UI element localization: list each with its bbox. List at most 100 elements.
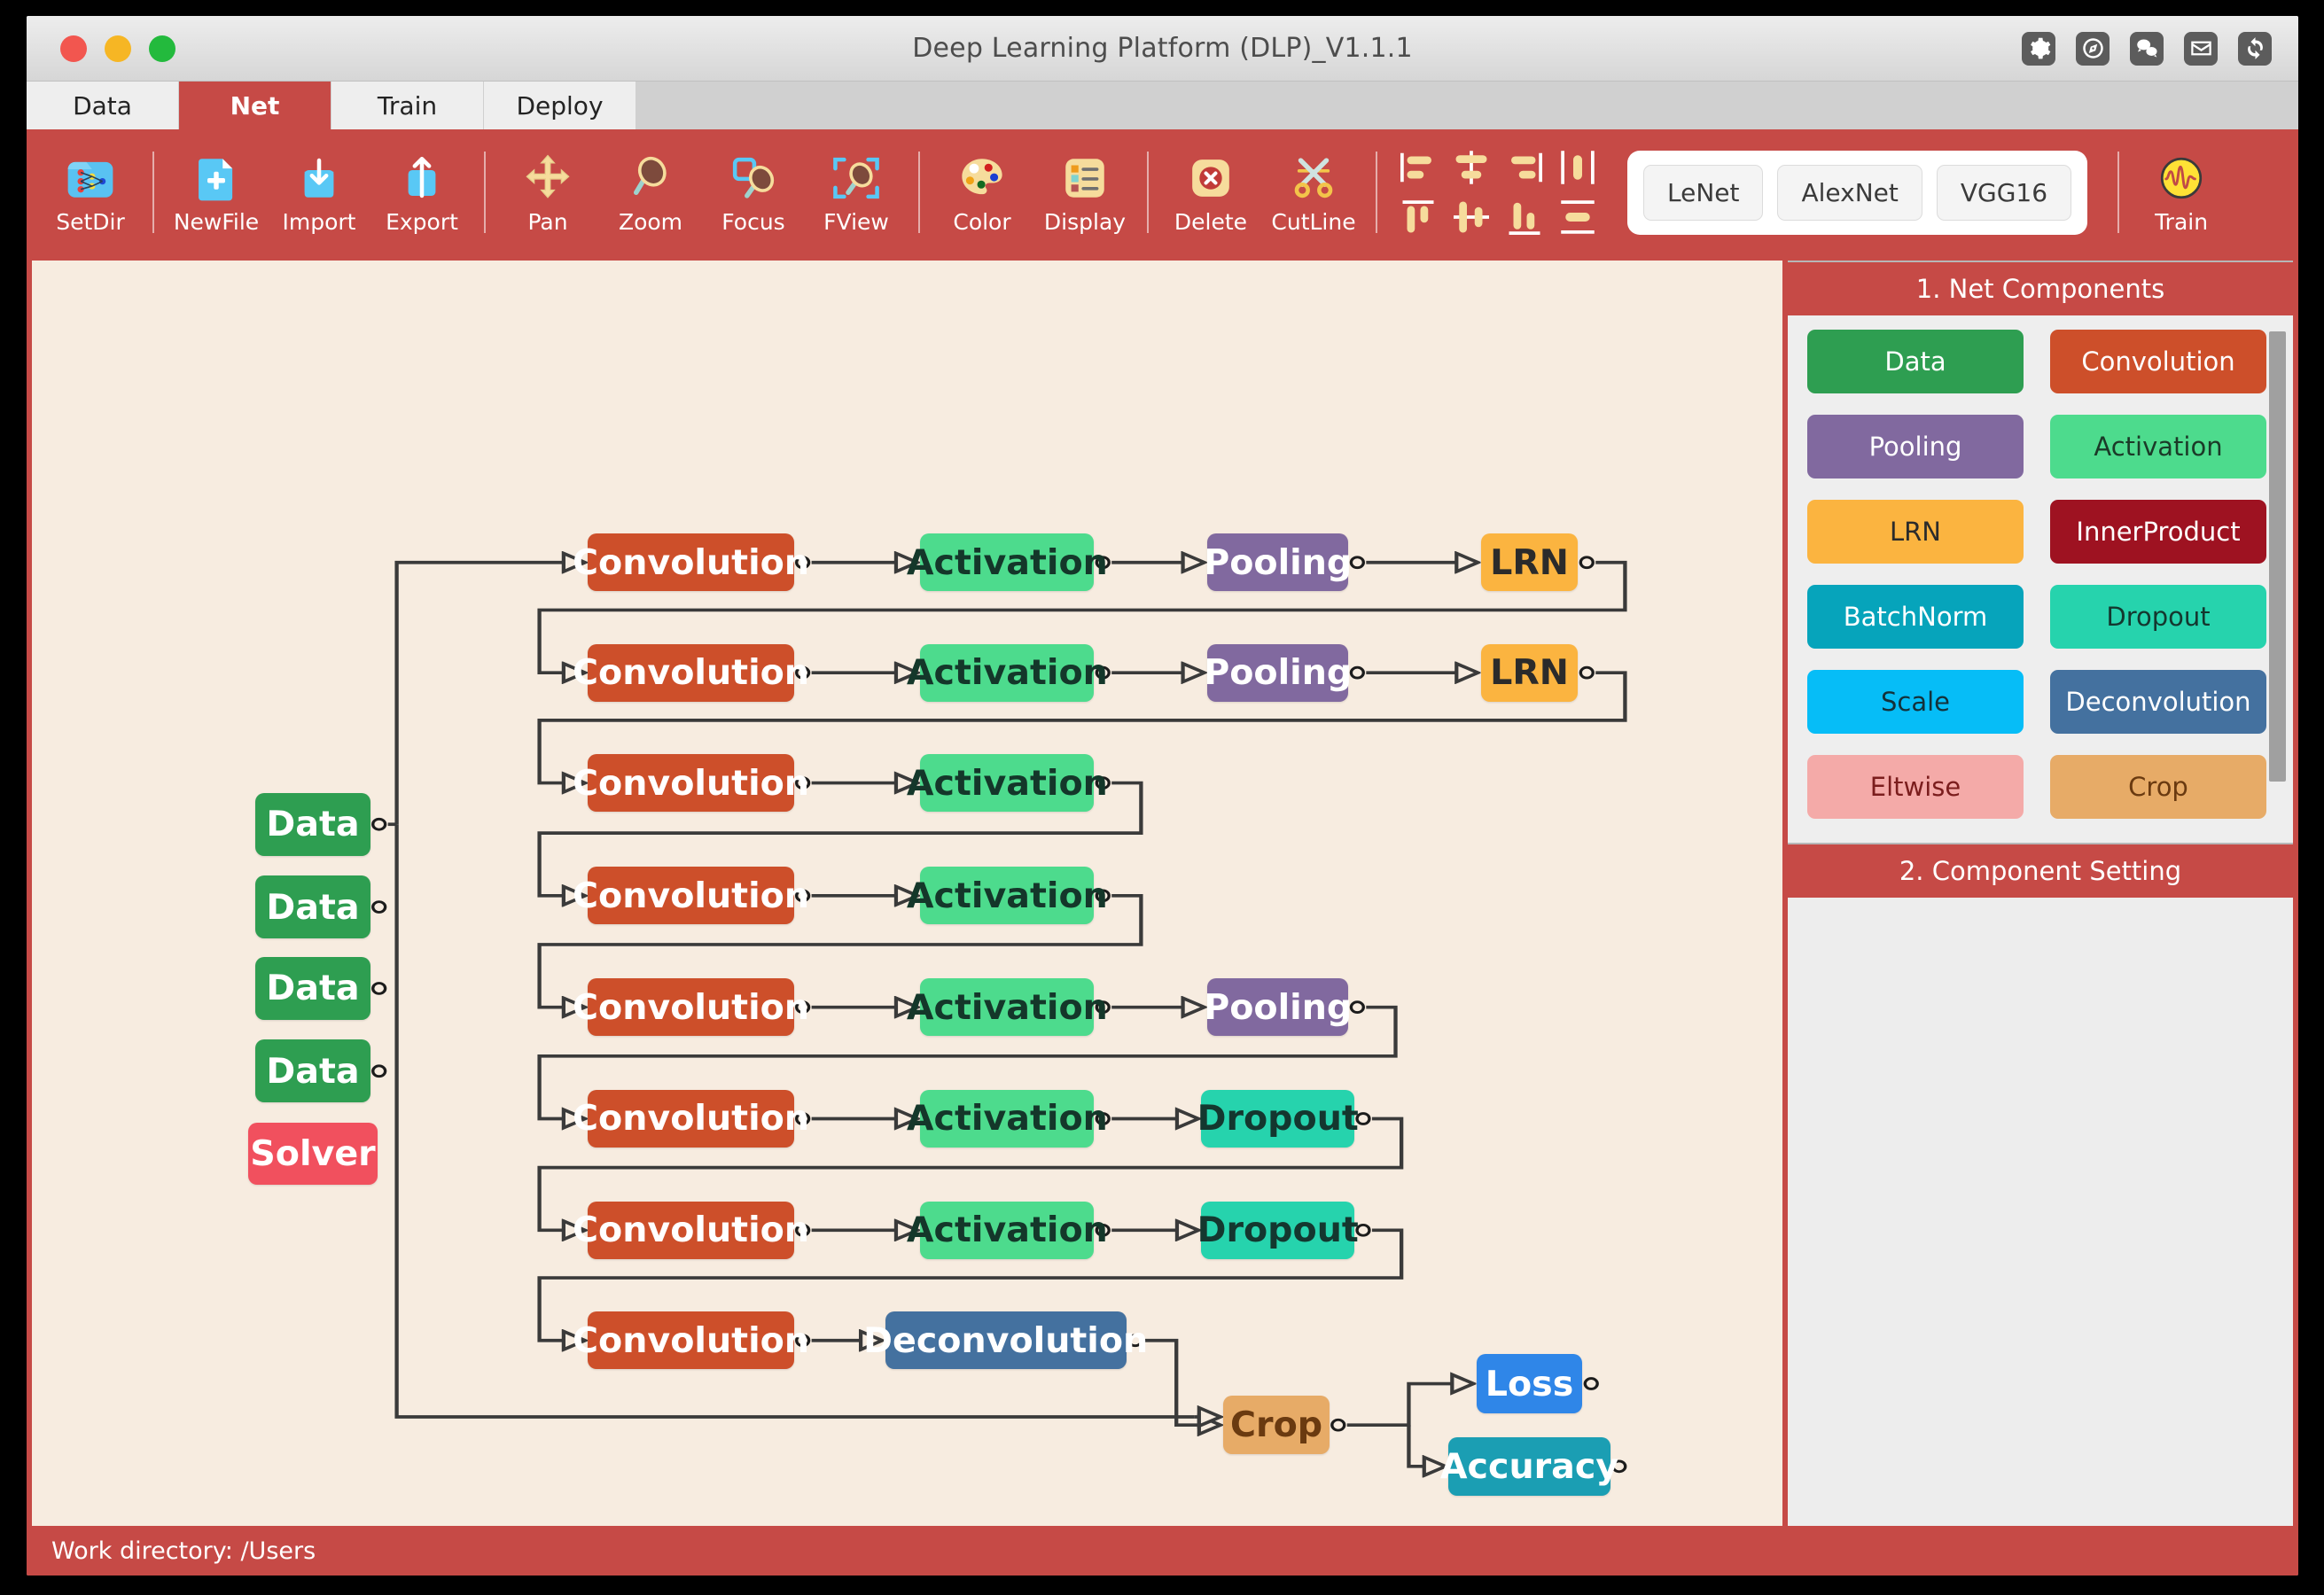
- toolbar-button-import[interactable]: Import: [268, 139, 370, 245]
- align-left-icon[interactable]: [1393, 144, 1443, 191]
- focus-shapes-icon: [728, 151, 779, 206]
- component-chip-pooling[interactable]: Pooling: [1807, 415, 2024, 478]
- maximize-button[interactable]: [149, 35, 175, 62]
- move-arrows-icon: [522, 151, 573, 206]
- palette-icon: [956, 151, 1008, 206]
- align-right-icon[interactable]: [1500, 144, 1549, 191]
- component-chip-data[interactable]: Data: [1807, 330, 2024, 393]
- net-canvas[interactable]: Data Data Data Data Solver Convolution Activat…: [32, 261, 1782, 1526]
- header-icon-group: [2022, 16, 2272, 81]
- wechat-icon[interactable]: [2130, 32, 2164, 66]
- tab-train[interactable]: Train: [331, 82, 484, 129]
- component-chip-crop[interactable]: Crop: [2050, 755, 2266, 819]
- net-components-scrollbar[interactable]: [2269, 331, 2286, 782]
- toolbar-label: Train: [2155, 209, 2208, 235]
- align-bottom-icon[interactable]: [1500, 194, 1549, 240]
- toolbar-label: Zoom: [619, 209, 682, 235]
- compass-icon[interactable]: [2076, 32, 2110, 66]
- component-chip-lrn[interactable]: LRN: [1807, 500, 2024, 564]
- graph-node-data4[interactable]: Data: [255, 1039, 370, 1102]
- graph-node-conv6[interactable]: Convolution: [588, 1090, 793, 1148]
- graph-node-crop[interactable]: Crop: [1223, 1396, 1329, 1454]
- preset-vgg16[interactable]: VGG16: [1937, 165, 2071, 221]
- component-setting-header: 2. Component Setting: [1788, 843, 2293, 898]
- graph-node-conv4[interactable]: Convolution: [588, 867, 793, 924]
- graph-node-pool5[interactable]: Pooling: [1207, 978, 1348, 1036]
- refresh-icon[interactable]: [2238, 32, 2272, 66]
- graph-node-deconv[interactable]: Deconvolution: [885, 1311, 1127, 1369]
- graph-node-lrn1[interactable]: LRN: [1481, 533, 1579, 591]
- graph-node-solver[interactable]: Solver: [248, 1123, 378, 1186]
- graph-node-data3[interactable]: Data: [255, 957, 370, 1020]
- toolbar-button-display[interactable]: Display: [1033, 139, 1136, 245]
- graph-node-conv7[interactable]: Convolution: [588, 1202, 793, 1259]
- graph-node-act4[interactable]: Activation: [920, 867, 1094, 924]
- component-chip-convolution[interactable]: Convolution: [2050, 330, 2266, 393]
- align-top-icon[interactable]: [1393, 194, 1443, 240]
- graph-node-conv3[interactable]: Convolution: [588, 754, 793, 812]
- minimize-button[interactable]: [105, 35, 131, 62]
- component-chip-batchnorm[interactable]: BatchNorm: [1807, 585, 2024, 649]
- preset-alexnet[interactable]: AlexNet: [1777, 165, 1922, 221]
- toolbar-button-export[interactable]: Export: [370, 139, 473, 245]
- mail-icon[interactable]: [2184, 32, 2218, 66]
- graph-node-data2[interactable]: Data: [255, 875, 370, 938]
- app-window: Deep Learning Platform (DLP)_V1.1.1 Data…: [27, 16, 2298, 1576]
- toolbar-label: Export: [386, 209, 458, 235]
- graph-node-drop7[interactable]: Dropout: [1201, 1202, 1354, 1259]
- align-middle-vertical-icon[interactable]: [1447, 194, 1496, 240]
- toolbar-divider: [484, 152, 486, 233]
- toolbar-divider: [1147, 152, 1149, 233]
- toolbar-label: Color: [953, 209, 1010, 235]
- graph-node-conv2[interactable]: Convolution: [588, 644, 793, 702]
- graph-node-data1[interactable]: Data: [255, 793, 370, 856]
- toolbar-button-setdir[interactable]: SetDir: [39, 139, 142, 245]
- tab-data[interactable]: Data: [27, 82, 179, 129]
- toolbar-divider: [1376, 152, 1377, 233]
- distribute-vertical-icon[interactable]: [1553, 194, 1603, 240]
- graph-node-conv5[interactable]: Convolution: [588, 978, 793, 1036]
- graph-node-lrn2[interactable]: LRN: [1481, 644, 1579, 702]
- component-chip-deconvolution[interactable]: Deconvolution: [2050, 670, 2266, 734]
- toolbar-button-zoom[interactable]: Zoom: [599, 139, 702, 245]
- toolbar-button-delete[interactable]: Delete: [1159, 139, 1262, 245]
- toolbar-button-fview[interactable]: FView: [805, 139, 908, 245]
- toolbar-button-cutline[interactable]: CutLine: [1262, 139, 1365, 245]
- toolbar-button-color[interactable]: Color: [931, 139, 1033, 245]
- toolbar-divider: [918, 152, 920, 233]
- graph-node-act7[interactable]: Activation: [920, 1202, 1094, 1259]
- graph-node-act2[interactable]: Activation: [920, 644, 1094, 702]
- toolbar-label: FView: [823, 209, 889, 235]
- graph-node-loss[interactable]: Loss: [1477, 1354, 1582, 1412]
- tab-deploy[interactable]: Deploy: [484, 82, 636, 129]
- graph-node-conv8[interactable]: Convolution: [588, 1311, 793, 1369]
- toolbar-button-newfile[interactable]: NewFile: [165, 139, 268, 245]
- graph-node-accuracy[interactable]: Accuracy: [1448, 1437, 1610, 1496]
- toolbar-button-train[interactable]: Train: [2130, 139, 2233, 245]
- graph-node-act1[interactable]: Activation: [920, 533, 1094, 591]
- distribute-horizontal-icon[interactable]: [1553, 144, 1603, 191]
- scissors-icon: [1288, 151, 1339, 206]
- toolbar-button-focus[interactable]: Focus: [702, 139, 805, 245]
- graph-node-pool1[interactable]: Pooling: [1207, 533, 1348, 591]
- graph-node-conv1[interactable]: Convolution: [588, 533, 793, 591]
- component-chip-eltwise[interactable]: Eltwise: [1807, 755, 2024, 819]
- component-chip-scale[interactable]: Scale: [1807, 670, 2024, 734]
- toolbar-label: CutLine: [1271, 209, 1355, 235]
- gear-icon[interactable]: [2022, 32, 2055, 66]
- net-preset-group: LeNet AlexNet VGG16: [1627, 151, 2087, 235]
- component-chip-innerproduct[interactable]: InnerProduct: [2050, 500, 2266, 564]
- close-button[interactable]: [60, 35, 87, 62]
- graph-node-act5[interactable]: Activation: [920, 978, 1094, 1036]
- work-directory-text: Work directory: /Users: [51, 1537, 316, 1565]
- graph-node-act3[interactable]: Activation: [920, 754, 1094, 812]
- align-center-horizontal-icon[interactable]: [1447, 144, 1496, 191]
- component-chip-dropout[interactable]: Dropout: [2050, 585, 2266, 649]
- preset-lenet[interactable]: LeNet: [1643, 165, 1763, 221]
- graph-node-act6[interactable]: Activation: [920, 1090, 1094, 1148]
- graph-node-pool2[interactable]: Pooling: [1207, 644, 1348, 702]
- graph-node-drop6[interactable]: Dropout: [1201, 1090, 1354, 1148]
- tab-net[interactable]: Net: [179, 82, 331, 129]
- component-chip-activation[interactable]: Activation: [2050, 415, 2266, 478]
- toolbar-button-pan[interactable]: Pan: [496, 139, 599, 245]
